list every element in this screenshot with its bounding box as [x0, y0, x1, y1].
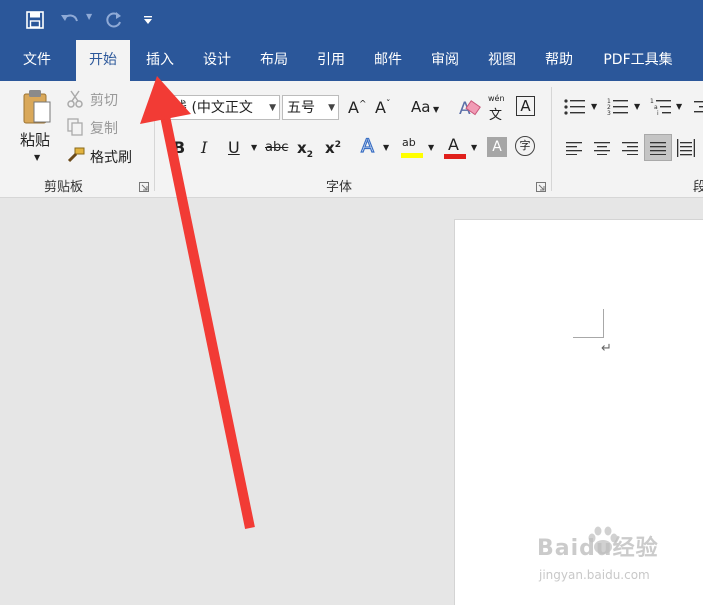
- baidu-watermark: Baidu经验 jingyan.baidu.com: [537, 524, 687, 594]
- watermark-brand: Baidu经验: [537, 536, 659, 561]
- watermark-url: jingyan.baidu.com: [539, 568, 650, 582]
- annotation-arrow: [140, 76, 255, 530]
